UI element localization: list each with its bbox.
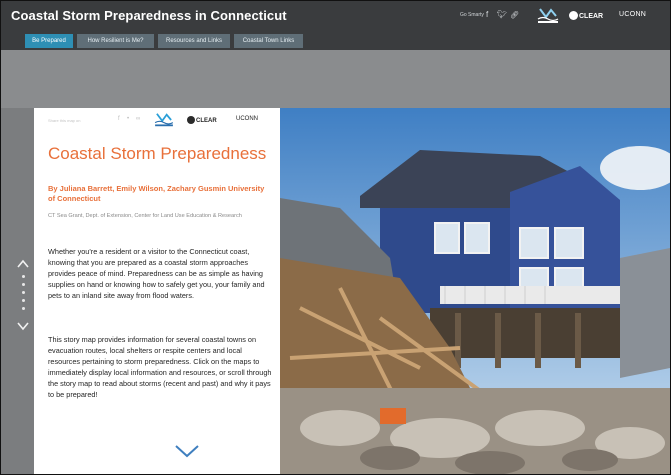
panel-share-label: Share this map on — [48, 118, 81, 123]
scroll-down-chevron-icon[interactable] — [174, 443, 200, 459]
panel-uconn-logo[interactable]: UCONN — [236, 116, 258, 122]
panel-clear-logo[interactable]: CLEAR — [187, 116, 217, 124]
story-paragraph-1: Whether you're a resident or a visitor t… — [48, 247, 265, 300]
tab-be-prepared[interactable]: Be Prepared — [25, 34, 73, 48]
story-affiliation: CT Sea Grant, Dept. of Extension, Center… — [48, 213, 242, 219]
header-bar: Coastal Storm Preparedness in Connecticu… — [1, 1, 670, 31]
tab-resources-links[interactable]: Resources and Links — [158, 34, 230, 48]
storm-damage-photo — [280, 108, 670, 474]
panel-header: Share this map on f • ∞ CLEAR UCONN — [34, 108, 280, 134]
clear-logo[interactable]: CLEAR — [569, 11, 603, 20]
nav-dot[interactable] — [22, 283, 25, 286]
share-label: Go Smarty — [460, 12, 484, 18]
nav-dot[interactable] — [22, 307, 25, 310]
panel-twitter-icon[interactable]: • — [127, 116, 129, 122]
story-title: Coastal Storm Preparedness — [48, 144, 267, 163]
story-byline: By Juliana Barrett, Emily Wilson, Zachar… — [48, 184, 265, 203]
nav-dot[interactable] — [22, 291, 25, 294]
facebook-icon[interactable]: f — [486, 10, 488, 19]
panel-clear-dot-icon — [187, 116, 195, 124]
nav-dot[interactable] — [22, 275, 25, 278]
uconn-logo[interactable]: UCONN — [619, 11, 646, 18]
story-paragraph-2: This story map provides information for … — [48, 335, 272, 399]
app-window: Coastal Storm Preparedness in Connecticu… — [0, 0, 671, 475]
app-title: Coastal Storm Preparedness in Connecticu… — [11, 8, 287, 23]
sea-grant-logo[interactable] — [537, 7, 559, 25]
section-navigator — [13, 259, 33, 359]
clear-dot-icon — [569, 11, 578, 20]
house-photo-illustration — [280, 108, 670, 474]
header-spacer — [1, 50, 670, 108]
nav-up-chevron-icon[interactable] — [17, 259, 29, 269]
story-panel[interactable]: Share this map on f • ∞ CLEAR UCONN Coas… — [34, 108, 280, 474]
link-icon[interactable]: 🔗︎ — [510, 11, 519, 19]
tab-bar: Be Prepared How Resilient is Me? Resourc… — [1, 31, 670, 50]
twitter-icon[interactable]: 🐦︎ — [497, 10, 507, 19]
scroll-fade — [34, 438, 280, 474]
panel-facebook-icon[interactable]: f — [118, 116, 120, 122]
tab-how-resilient[interactable]: How Resilient is Me? — [77, 34, 154, 48]
panel-link-icon[interactable]: ∞ — [136, 116, 140, 122]
nav-down-chevron-icon[interactable] — [17, 321, 29, 331]
nav-dot[interactable] — [22, 299, 25, 302]
panel-sea-grant-logo[interactable] — [154, 112, 174, 128]
tab-coastal-town-links[interactable]: Coastal Town Links — [234, 34, 303, 48]
